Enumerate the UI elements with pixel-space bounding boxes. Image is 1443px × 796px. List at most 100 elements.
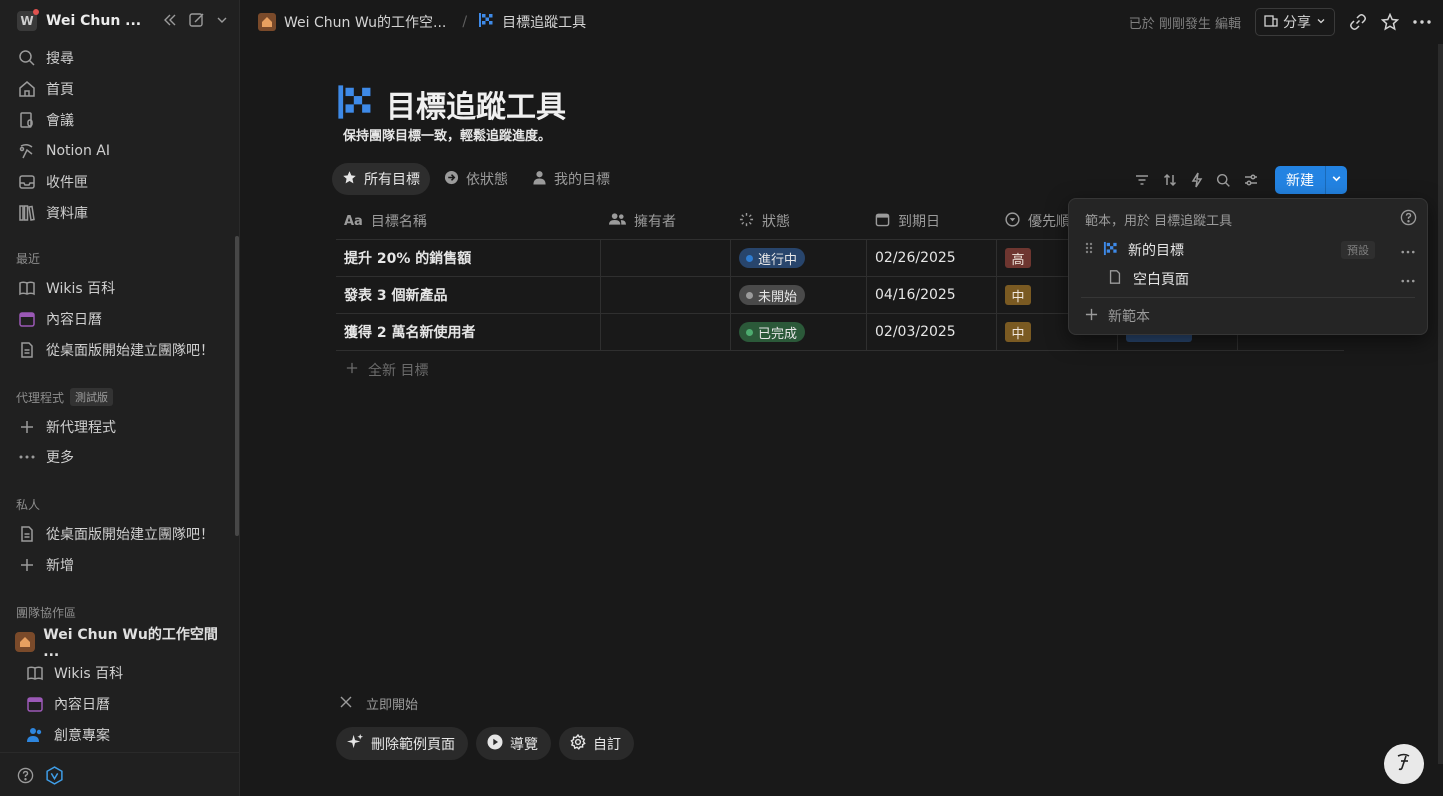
sort-icon[interactable] (1162, 172, 1178, 188)
due-date-cell[interactable]: 02/26/2025 (867, 240, 997, 276)
status-cell[interactable]: 未開始 (731, 277, 867, 313)
workspace-switcher[interactable]: W Wei Chun ... (10, 8, 232, 34)
people-icon (24, 724, 46, 746)
home-icon (258, 13, 276, 31)
goal-title-cell[interactable]: 發表 3 個新產品 (336, 277, 601, 313)
column-label: 狀態 (762, 214, 790, 230)
customize-button[interactable]: 自訂 (559, 727, 634, 760)
sidebar-item-team-calendar[interactable]: 內容日曆 (16, 690, 240, 718)
page-icon (16, 339, 38, 361)
goal-title-cell[interactable]: 提升 20% 的銷售額 (336, 240, 601, 276)
owner-cell[interactable] (601, 314, 731, 350)
sidebar-item-label: Wei Chun Wu的工作空間 ... (43, 627, 218, 660)
template-item-blank-page[interactable]: 空白頁面 (1085, 265, 1415, 293)
sidebar-item-label: Notion AI (46, 143, 111, 159)
new-button[interactable]: 新建 (1275, 166, 1325, 194)
collapse-sidebar-icon[interactable] (162, 12, 178, 28)
status-label: 進行中 (758, 252, 798, 268)
sidebar-item-more[interactable]: 更多 (8, 443, 232, 471)
sidebar-item-teamspace[interactable]: Wei Chun Wu的工作空間 ... (8, 627, 232, 660)
help-icon[interactable] (1400, 209, 1417, 226)
sidebar-item-new-agent[interactable]: 新代理程式 (8, 413, 232, 441)
more-icon[interactable] (1401, 271, 1415, 287)
status-cell[interactable]: 已完成 (731, 314, 867, 350)
notion-ai-assistant-button[interactable] (1384, 744, 1424, 784)
breadcrumb-page[interactable]: 目標追蹤工具 (478, 12, 586, 32)
breadcrumb-workspace[interactable]: Wei Chun Wu的工作空... (258, 12, 446, 32)
sidebar-item-desktop-guide[interactable]: 從桌面版開始建立團隊吧！ (8, 336, 232, 364)
sidebar-item-label: 資料庫 (46, 206, 88, 222)
arrow-circle-icon (444, 170, 459, 189)
notification-dot (33, 9, 39, 15)
sidebar-item-meetings[interactable]: 會議 (8, 106, 232, 134)
more-icon[interactable] (1401, 242, 1415, 258)
main-scrollbar[interactable] (1438, 44, 1443, 764)
sidebar-item-label: 更多 (46, 450, 74, 466)
sidebar-item-label: 從桌面版開始建立團隊吧！ (46, 527, 214, 543)
status-dot (746, 254, 753, 262)
tab-by-status[interactable]: 依狀態 (434, 163, 518, 195)
link-icon[interactable] (1349, 13, 1367, 31)
column-header-name[interactable]: Aa 目標名稱 (336, 203, 601, 239)
page-header: 目標追蹤工具 (336, 82, 566, 126)
page-description[interactable]: 保持團隊目標一致，輕鬆追蹤進度。 (343, 125, 551, 144)
column-header-owner[interactable]: 擁有者 (601, 203, 731, 239)
tour-button[interactable]: 導覽 (476, 727, 551, 760)
status-cell[interactable]: 進行中 (731, 240, 867, 276)
goal-tracker-icon (478, 12, 494, 32)
search-icon[interactable] (1216, 173, 1231, 188)
column-header-due-date[interactable]: 到期日 (867, 203, 997, 239)
settings-sliders-icon[interactable] (1243, 172, 1259, 188)
share-button[interactable]: 分享 (1255, 8, 1335, 36)
section-title: 私人 (16, 498, 41, 512)
divider (1081, 297, 1415, 298)
sidebar-item-private-guide[interactable]: 從桌面版開始建立團隊吧！ (8, 520, 232, 548)
tab-my-goals[interactable]: 我的目標 (522, 163, 620, 195)
sidebar-item-team-wikis[interactable]: Wikis 百科 (16, 659, 240, 687)
drag-handle-icon[interactable] (1085, 242, 1093, 258)
new-template-label: 新範本 (1108, 309, 1150, 325)
sidebar-item-add-private[interactable]: 新增 (8, 551, 232, 579)
marketplace-icon[interactable] (45, 766, 64, 785)
sidebar-item-content-calendar[interactable]: 內容日曆 (8, 305, 232, 333)
sidebar-scroll-area: W Wei Chun ... 搜尋 首頁 會議 Notion AI 收件匣 資料… (0, 0, 240, 752)
tab-label: 我的目標 (554, 172, 610, 188)
sidebar-item-home[interactable]: 首頁 (8, 75, 232, 103)
template-item-new-goal[interactable]: 新的目標 預設 (1085, 236, 1415, 264)
due-date-cell[interactable]: 02/03/2025 (867, 314, 997, 350)
calendar-icon (875, 212, 890, 231)
sidebar-item-inbox[interactable]: 收件匣 (8, 168, 232, 196)
tab-all-goals[interactable]: 所有目標 (332, 163, 430, 195)
sidebar-item-search[interactable]: 搜尋 (8, 44, 232, 72)
chevron-down-icon[interactable] (216, 14, 228, 26)
calendar-icon (24, 693, 46, 715)
chevron-down-icon (1331, 172, 1342, 188)
goal-title-cell[interactable]: 獲得 2 萬名新使用者 (336, 314, 601, 350)
column-header-status[interactable]: 狀態 (731, 203, 867, 239)
new-options-button[interactable] (1325, 166, 1347, 194)
status-badge: 未開始 (739, 285, 806, 305)
sidebar-scrollbar[interactable] (235, 236, 239, 536)
new-template-button[interactable]: 新範本 (1085, 302, 1415, 330)
new-page-icon[interactable] (188, 11, 206, 29)
people-icon (609, 212, 626, 230)
filter-icon[interactable] (1134, 172, 1150, 188)
delete-sample-pages-button[interactable]: 刪除範例頁面 (336, 727, 468, 760)
help-icon[interactable] (17, 767, 34, 784)
automation-icon[interactable] (1190, 172, 1204, 188)
star-icon[interactable] (1381, 13, 1399, 31)
last-edited-text: 已於 剛剛發生 編輯 (1128, 16, 1241, 32)
owner-cell[interactable] (601, 240, 731, 276)
beta-badge: 測試版 (70, 388, 114, 406)
close-icon[interactable] (340, 696, 352, 712)
sidebar-item-creative-projects[interactable]: 創意專案 (16, 721, 240, 749)
more-icon[interactable] (1413, 19, 1431, 25)
add-goal-row[interactable]: 全新 目標 (336, 351, 1344, 388)
agents-section-label: 代理程式 測試版 (16, 388, 114, 406)
owner-cell[interactable] (601, 277, 731, 313)
sidebar-item-wikis[interactable]: Wikis 百科 (8, 274, 232, 302)
sidebar-item-library[interactable]: 資料庫 (8, 199, 232, 227)
page-title[interactable]: 目標追蹤工具 (386, 82, 566, 126)
sidebar-item-notion-ai[interactable]: Notion AI (8, 137, 232, 165)
due-date-cell[interactable]: 04/16/2025 (867, 277, 997, 313)
